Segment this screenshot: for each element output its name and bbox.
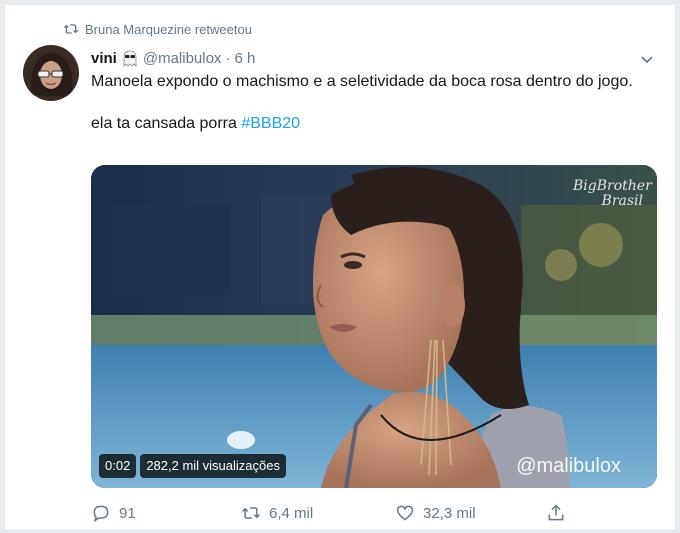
tweet-text-line1: Manoela expondo o machismo e a seletivid… (91, 73, 633, 90)
like-button[interactable]: 32,3 mil (395, 501, 476, 525)
video-views: 282,2 mil visualizações (140, 454, 286, 478)
author-name[interactable]: vini (91, 50, 117, 67)
separator: · (225, 49, 231, 67)
retweet-button[interactable]: 6,4 mil (241, 501, 313, 525)
video-time: 0:02 (99, 454, 137, 478)
reply-icon (93, 505, 109, 523)
retweet-icon (242, 507, 260, 519)
big-brother-logo: BigBrother Brasil (573, 178, 652, 209)
logo-line1: BigBrother (573, 178, 652, 194)
avatar[interactable] (23, 45, 79, 101)
share-icon (548, 504, 564, 521)
share-button[interactable] (546, 501, 566, 525)
logo-line2: Brasil (601, 193, 643, 209)
chevron-down-icon[interactable] (639, 51, 655, 67)
hashtag-link[interactable]: #BBB20 (241, 115, 300, 132)
video-watermark: @malibulox (516, 455, 621, 477)
retweet-context-text: Bruna Marquezine retweetou (85, 21, 252, 37)
tweet-timestamp[interactable]: 6 h (234, 50, 255, 67)
tweet-header: vini @malibulox · 6 h (91, 48, 255, 68)
tweet-actions: 91 6,4 mil 32,3 mil (91, 501, 651, 525)
reply-count: 91 (119, 504, 136, 522)
tweet-text: Manoela expondo o machismo e a seletivid… (91, 71, 651, 134)
author-handle[interactable]: @malibulox (143, 50, 222, 67)
tweet-card[interactable]: Bruna Marquezine retweetou vini @malibul… (4, 4, 676, 530)
reply-button[interactable]: 91 (91, 501, 136, 525)
like-count: 32,3 mil (423, 504, 476, 522)
retweet-context[interactable]: Bruna Marquezine retweetou (63, 21, 252, 37)
retweet-icon (63, 24, 79, 34)
video-player[interactable]: BigBrother Brasil 0:02 282,2 mil visuali… (91, 165, 657, 488)
tweet-text-line2: ela ta cansada porra (91, 115, 242, 132)
retweet-count: 6,4 mil (269, 504, 314, 522)
heart-icon (396, 505, 414, 521)
video-info-badge: 0:02 282,2 mil visualizações (99, 454, 286, 478)
ghost-sunglasses-emoji (123, 50, 137, 67)
